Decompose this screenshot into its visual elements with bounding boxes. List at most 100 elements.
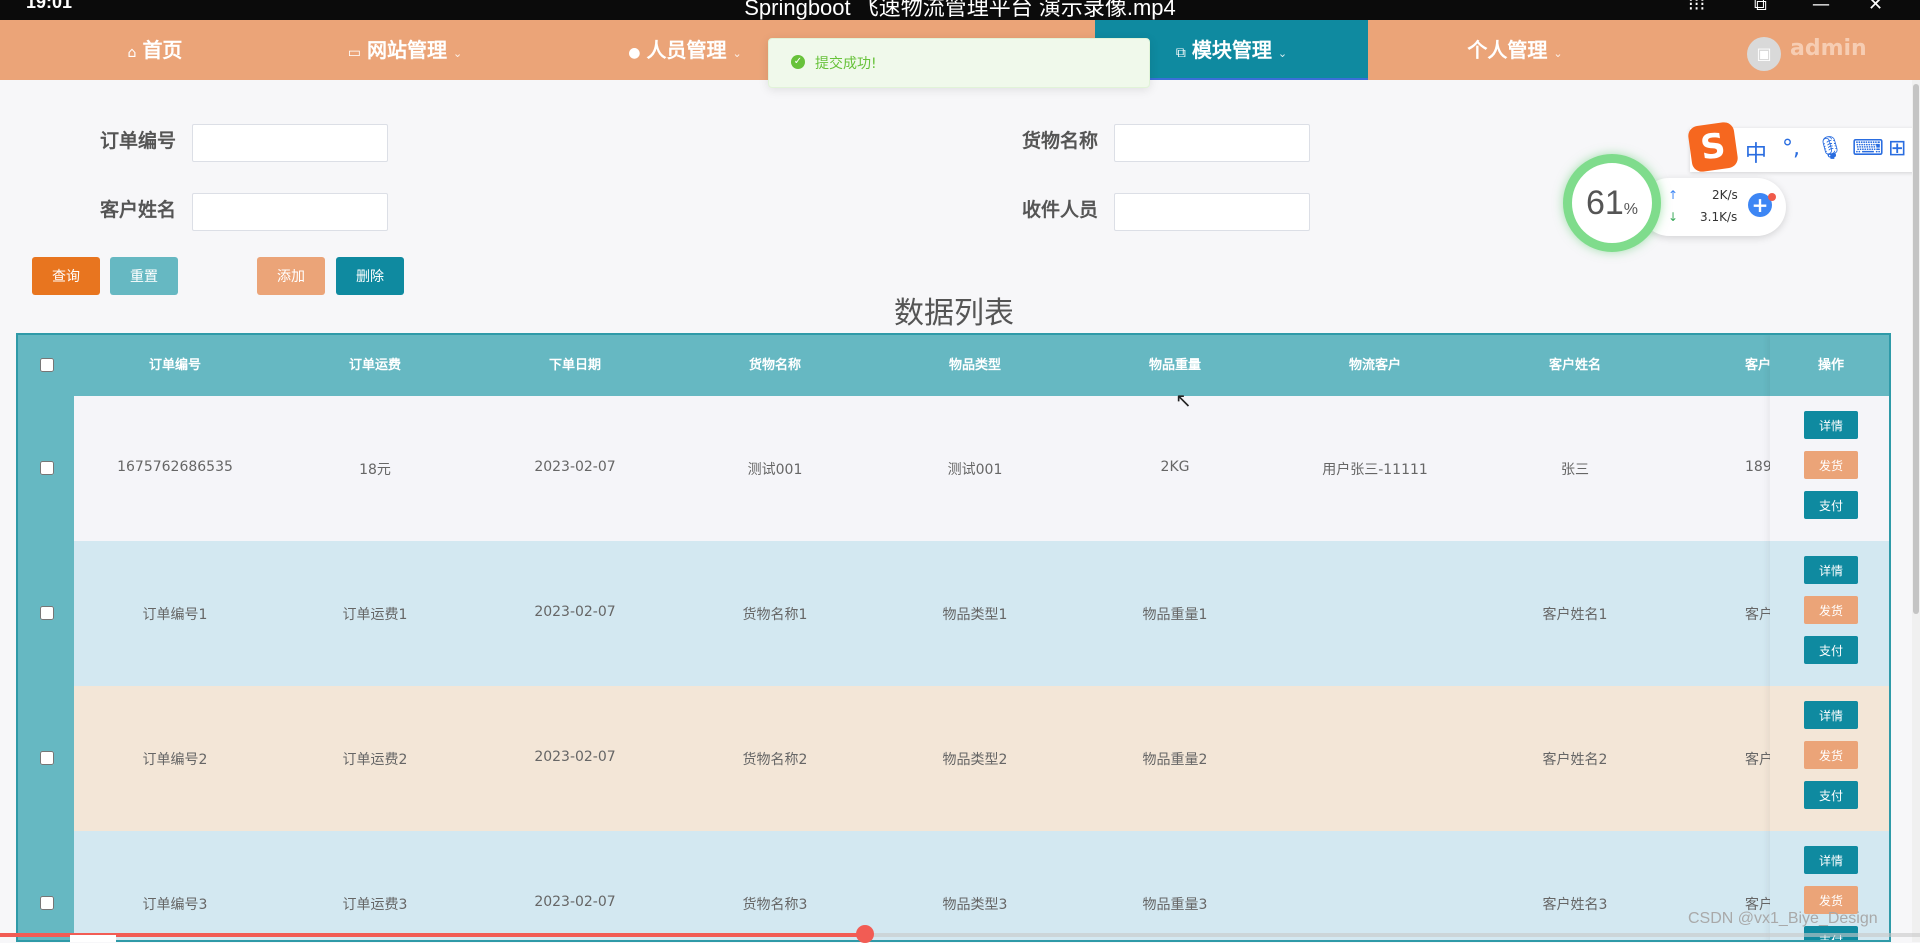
close-icon[interactable]: ✕: [1868, 0, 1883, 15]
keyboard-icon[interactable]: ⌨: [1852, 136, 1884, 161]
detail-button[interactable]: 详情: [1804, 701, 1858, 729]
grid-icon[interactable]: ⊞: [1888, 136, 1906, 161]
watermark: CSDN @vx1_Biye_Design: [1688, 910, 1878, 927]
cell-order-no: 订单编号2: [142, 752, 208, 768]
ship-button[interactable]: 发货: [1804, 596, 1858, 624]
table-row: 订单编号1 订单运费1 2023-02-07 货物名称1 物品类型1 物品重量1…: [18, 541, 1889, 686]
download-speed: 3.1K/s: [1700, 210, 1738, 224]
cell-goods: 测试001: [747, 462, 803, 478]
cell-fee: 订单运费3: [342, 897, 408, 913]
pay-button[interactable]: 支付: [1804, 636, 1858, 664]
cell-customer-name: 客户姓名2: [1542, 752, 1608, 768]
goods-name-input[interactable]: [1114, 124, 1310, 162]
percent-sign: %: [1623, 201, 1639, 218]
admin-username[interactable]: admin: [1790, 36, 1867, 61]
row-checkbox[interactable]: [40, 461, 54, 475]
punctuation-icon[interactable]: °,: [1782, 136, 1800, 161]
upload-arrow-icon: ↑: [1668, 188, 1679, 202]
cell-type: 测试001: [947, 462, 1003, 478]
detail-button[interactable]: 详情: [1804, 846, 1858, 874]
nav-site-label: 网站管理: [367, 38, 447, 62]
customer-name-input[interactable]: [192, 193, 388, 231]
receiver-input[interactable]: [1114, 193, 1310, 231]
notification-dot-icon: [1768, 193, 1776, 201]
microphone-icon[interactable]: 🎙: [1816, 136, 1844, 161]
video-title: Springboot 飞速物流管理平台 演示录像.mp4: [744, 0, 1176, 20]
chevron-down-icon: ⌄: [1553, 47, 1563, 60]
cell-weight: 物品重量1: [1142, 607, 1208, 623]
memory-usage-value: 61: [1585, 184, 1624, 222]
order-no-label: 订单编号: [100, 130, 177, 152]
cell-goods: 货物名称1: [742, 607, 808, 623]
table-row: 订单编号3 订单运费3 2023-02-07 货物名称3 物品类型3 物品重量3…: [18, 831, 1889, 940]
chevron-down-icon: ⌄: [453, 47, 463, 60]
cell-date: 2023-02-07: [534, 749, 616, 765]
cell-fee: 18元: [359, 462, 391, 478]
nav-personal-label: 个人管理: [1467, 38, 1548, 62]
row-checkbox[interactable]: [40, 606, 54, 620]
nav-home[interactable]: ⌂ 首页: [90, 20, 220, 80]
success-toast: ✓ 提交成功!: [768, 38, 1150, 88]
copy-icon: ⧉: [1175, 45, 1186, 61]
cell-type: 物品类型3: [942, 897, 1008, 913]
order-no-input[interactable]: [192, 124, 388, 162]
video-title-bar: 19:01 Springboot 飞速物流管理平台 演示录像.mp4 ⁝⁝⁝ ⧉…: [0, 0, 1920, 20]
nav-people-management[interactable]: ● 人员管理 ⌄: [600, 20, 770, 80]
receiver-label: 收件人员: [1022, 199, 1099, 221]
cell-order-no: 订单编号1: [142, 607, 208, 623]
download-arrow-icon: ↓: [1668, 210, 1679, 224]
header-order-no: 订单编号: [148, 358, 201, 373]
cell-date: 2023-02-07: [534, 894, 616, 910]
mouse-cursor-icon: ↖: [1175, 388, 1192, 412]
scrollbar-thumb[interactable]: [1913, 84, 1919, 614]
chevron-down-icon: ⌄: [732, 47, 742, 60]
nav-home-label: 首页: [142, 38, 183, 62]
row-checkbox[interactable]: [40, 751, 54, 765]
memory-usage-gauge[interactable]: 61%: [1563, 154, 1661, 252]
detail-button[interactable]: 详情: [1804, 556, 1858, 584]
pip-icon[interactable]: ⧉: [1754, 0, 1767, 15]
row-checkbox[interactable]: [40, 896, 54, 910]
cell-fee: 订单运费1: [342, 607, 408, 623]
cell-type: 物品类型2: [942, 752, 1008, 768]
video-chapter-marker: [70, 935, 116, 942]
cell-date: 2023-02-07: [534, 459, 616, 475]
header-weight: 物品重量: [1148, 358, 1201, 373]
header-date: 下单日期: [548, 358, 601, 373]
video-progress-knob[interactable]: [856, 925, 874, 943]
header-logistics-customer: 物流客户: [1348, 358, 1401, 373]
cell-logistics-customer: 用户张三-11111: [1322, 462, 1428, 478]
user-icon: ●: [628, 45, 641, 61]
detail-button[interactable]: 详情: [1804, 411, 1858, 439]
cell-customer-name: 张三: [1561, 462, 1589, 478]
header-customer-name: 客户姓名: [1548, 358, 1601, 373]
nav-module-label: 模块管理: [1191, 38, 1272, 62]
video-progress-fill: [0, 933, 864, 937]
more-icon[interactable]: ⁝⁝⁝: [1688, 0, 1705, 15]
select-all-checkbox[interactable]: [40, 358, 54, 372]
cart-icon: ▭: [347, 45, 361, 61]
nav-personal-management[interactable]: 个人管理 ⌄: [1430, 20, 1600, 80]
list-title: 数据列表: [894, 296, 1014, 331]
sogou-ime-logo[interactable]: S: [1687, 121, 1739, 173]
minimize-icon[interactable]: —: [1812, 0, 1830, 15]
header-goods: 货物名称: [748, 358, 801, 373]
ime-mode-toggle[interactable]: 中: [1745, 136, 1767, 168]
cell-goods: 货物名称3: [742, 897, 808, 913]
header-operations: 操作: [1817, 358, 1844, 373]
home-icon: ⌂: [127, 45, 137, 61]
nav-people-label: 人员管理: [646, 38, 727, 62]
nav-site-management[interactable]: ▭ 网站管理 ⌄: [320, 20, 490, 80]
cell-type: 物品类型1: [942, 607, 1008, 623]
ship-button[interactable]: 发货: [1804, 451, 1858, 479]
table-row: 1675762686535 18元 2023-02-07 测试001 测试001…: [18, 396, 1889, 541]
operations-column: 操作 详情 发货 支付 详情 发货 支付 详情 发货 支付 详情 发货 支付: [1770, 335, 1889, 940]
toast-message: 提交成功!: [815, 56, 877, 72]
upload-speed: 2K/s: [1712, 188, 1738, 202]
avatar[interactable]: ▣: [1747, 37, 1781, 71]
pay-button[interactable]: 支付: [1804, 491, 1858, 519]
cell-weight: 物品重量2: [1142, 752, 1208, 768]
cell-customer-name: 客户姓名1: [1542, 607, 1608, 623]
ship-button[interactable]: 发货: [1804, 741, 1858, 769]
pay-button[interactable]: 支付: [1804, 781, 1858, 809]
